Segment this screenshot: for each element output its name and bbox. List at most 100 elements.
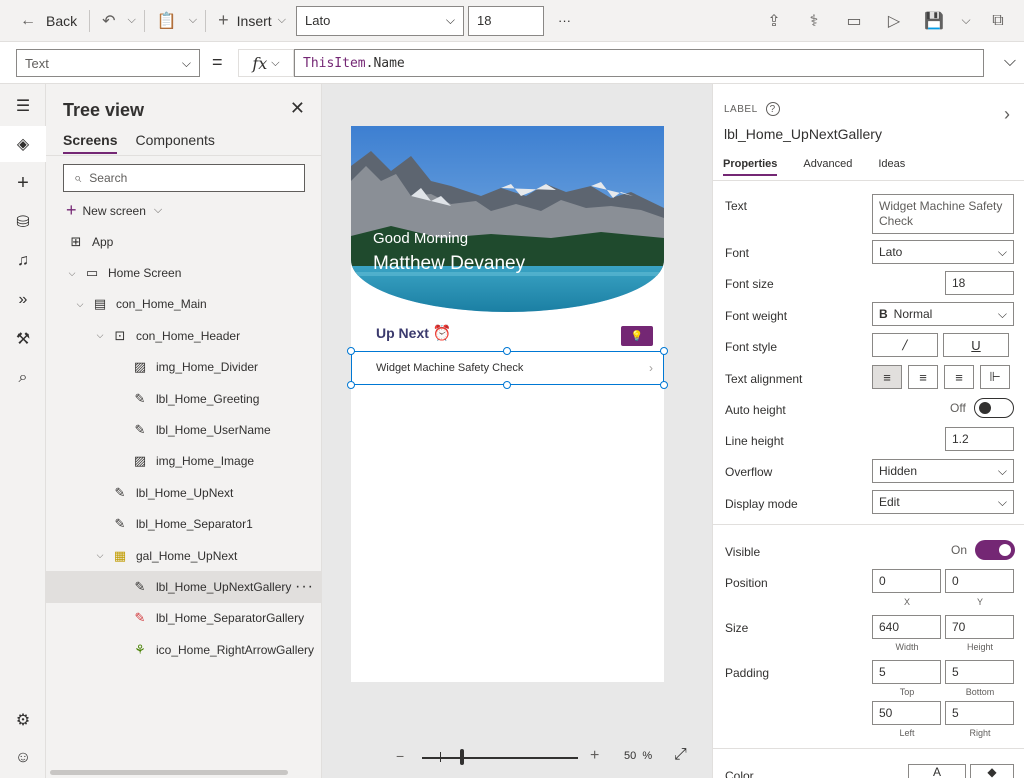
save-dropdown[interactable]: ⌵ bbox=[954, 0, 978, 42]
zoom-out-button[interactable]: − bbox=[396, 748, 404, 764]
padding-right-input[interactable]: 5 bbox=[945, 701, 1014, 725]
more-options-icon[interactable]: ··· bbox=[295, 578, 314, 596]
font-select[interactable]: Lato ⌵ bbox=[296, 5, 465, 36]
comments-button[interactable]: ▭ bbox=[834, 0, 874, 42]
tree-item[interactable]: ✎ lbl_Home_SeparatorGallery bbox=[46, 603, 322, 634]
resize-handle-top-left[interactable] bbox=[347, 347, 355, 355]
font-size-input[interactable]: 18 bbox=[468, 5, 545, 36]
padding-left-input[interactable]: 50 bbox=[872, 701, 941, 725]
collapse-panel-button[interactable]: › bbox=[1004, 104, 1010, 125]
publish-button[interactable]: ⧉ bbox=[978, 0, 1018, 42]
display-mode-property-dropdown[interactable]: Edit ⌵ bbox=[872, 490, 1014, 514]
power-automate-button[interactable]: » bbox=[0, 282, 46, 318]
back-button[interactable]: ← Back bbox=[0, 0, 85, 42]
share-button[interactable]: ⇪ bbox=[754, 0, 794, 42]
tree-item[interactable]: ⊞ App bbox=[46, 226, 322, 257]
data-button[interactable]: ⛁ bbox=[0, 204, 46, 240]
resize-handle-bottom-right[interactable] bbox=[660, 381, 668, 389]
tree-item[interactable]: ✎ lbl_Home_UpNext bbox=[46, 477, 322, 508]
font-size-property-input[interactable]: 18 bbox=[945, 271, 1014, 295]
help-icon[interactable]: ? bbox=[765, 102, 780, 116]
tab-screens[interactable]: Screens bbox=[63, 132, 118, 154]
fill-color-button[interactable]: ◆ bbox=[970, 764, 1014, 778]
chevron-down-icon[interactable]: ⌵ bbox=[94, 550, 106, 561]
tree-item[interactable]: ✎ lbl_Home_Separator1 bbox=[46, 509, 322, 540]
font-property-dropdown[interactable]: Lato ⌵ bbox=[872, 240, 1014, 264]
tree-search-input[interactable]: ⌕ Search bbox=[63, 164, 305, 192]
tree-item[interactable]: ✎ lbl_Home_UserName bbox=[46, 414, 322, 445]
tree-view-button[interactable]: ◈ bbox=[0, 126, 46, 162]
paste-dropdown[interactable]: ⌵ bbox=[185, 0, 201, 42]
resize-handle-bottom-left[interactable] bbox=[347, 381, 355, 389]
zoom-slider-thumb[interactable] bbox=[460, 749, 464, 765]
position-y-input[interactable]: 0 bbox=[945, 569, 1014, 593]
preview-button[interactable]: ▷ bbox=[874, 0, 914, 42]
position-x-input[interactable]: 0 bbox=[872, 569, 941, 593]
lightbulb-badge[interactable]: 💡 bbox=[621, 326, 653, 346]
tree-item[interactable]: ▨ img_Home_Divider bbox=[46, 352, 322, 383]
username-label[interactable]: Matthew Devaney bbox=[373, 253, 525, 275]
tab-components[interactable]: Components bbox=[135, 132, 214, 154]
tab-advanced[interactable]: Advanced bbox=[803, 158, 852, 176]
text-color-button[interactable]: A bbox=[908, 764, 966, 778]
greeting-label[interactable]: Good Morning bbox=[373, 230, 468, 247]
home-screen-preview[interactable]: Good Morning Matthew Devaney Up Next ⏰ 💡… bbox=[347, 126, 668, 682]
auto-height-toggle[interactable] bbox=[973, 398, 1014, 418]
resize-handle-top-center[interactable] bbox=[503, 347, 511, 355]
app-checker-button[interactable]: ⚕ bbox=[794, 0, 834, 42]
tree-item[interactable]: ⚘ ico_Home_RightArrowGallery bbox=[46, 634, 322, 665]
visible-toggle[interactable] bbox=[975, 540, 1016, 560]
save-button[interactable]: 💾 bbox=[914, 0, 954, 42]
advanced-tools-button[interactable]: ⚒ bbox=[0, 321, 46, 357]
undo-button[interactable]: ↶ bbox=[94, 0, 123, 42]
resize-handle-top-right[interactable] bbox=[660, 347, 668, 355]
italic-button[interactable]: / bbox=[872, 333, 938, 357]
settings-button[interactable]: ⚙ bbox=[0, 702, 46, 738]
resize-handle-bottom-center[interactable] bbox=[503, 381, 511, 389]
fit-to-window-icon[interactable]: ⤢ bbox=[674, 746, 687, 764]
insert-button[interactable]: + Insert ⌵ bbox=[210, 0, 294, 42]
font-weight-property-dropdown[interactable]: B Normal ⌵ bbox=[872, 302, 1014, 326]
line-height-property-input[interactable]: 1.2 bbox=[945, 427, 1014, 451]
overflow-property-dropdown[interactable]: Hidden ⌵ bbox=[872, 459, 1014, 483]
property-dropdown[interactable]: Text ⌵ bbox=[16, 49, 200, 77]
paste-button[interactable]: 📋 bbox=[149, 0, 185, 42]
height-input[interactable]: 70 bbox=[945, 615, 1014, 639]
control-name[interactable]: lbl_Home_UpNextGallery bbox=[724, 126, 882, 142]
up-next-label[interactable]: Up Next ⏰ bbox=[376, 324, 452, 342]
zoom-slider-track[interactable] bbox=[422, 757, 578, 759]
tab-ideas[interactable]: Ideas bbox=[878, 158, 905, 176]
search-rail-button[interactable]: ⌕ bbox=[0, 360, 46, 396]
hamburger-menu-button[interactable]: ☰ bbox=[0, 88, 46, 124]
align-justify-button[interactable]: ⊩ bbox=[980, 365, 1010, 389]
formula-input[interactable]: ThisItem .Name bbox=[294, 49, 984, 77]
padding-top-input[interactable]: 5 bbox=[872, 660, 941, 684]
tree-item[interactable]: ⌵ ▭ Home Screen bbox=[46, 257, 322, 288]
virtual-agent-button[interactable]: ☺ bbox=[0, 740, 46, 776]
tree-item[interactable]: ✎ lbl_Home_Greeting bbox=[46, 383, 322, 414]
tab-properties[interactable]: Properties bbox=[723, 158, 778, 176]
tree-item[interactable]: ✎ lbl_Home_UpNextGallery ··· bbox=[46, 571, 322, 603]
tree-scrollbar[interactable] bbox=[50, 770, 288, 775]
media-button[interactable]: ♫ bbox=[0, 243, 46, 279]
close-tree-view-button[interactable]: ✕ bbox=[290, 98, 305, 119]
padding-bottom-input[interactable]: 5 bbox=[945, 660, 1014, 684]
align-left-button[interactable]: ≡ bbox=[872, 365, 902, 389]
zoom-in-button[interactable]: + bbox=[590, 747, 599, 765]
align-center-button[interactable]: ≡ bbox=[908, 365, 938, 389]
chevron-down-icon[interactable]: ⌵ bbox=[66, 268, 78, 279]
undo-dropdown[interactable]: ⌵ bbox=[124, 0, 140, 42]
gallery-item-label[interactable]: Widget Machine Safety Check › bbox=[351, 351, 664, 385]
tree-item[interactable]: ⌵ ▤ con_Home_Main bbox=[46, 289, 322, 320]
insert-rail-button[interactable]: + bbox=[0, 165, 46, 201]
text-property-input[interactable]: Widget Machine Safety Check bbox=[872, 194, 1014, 234]
align-right-button[interactable]: ≡ bbox=[944, 365, 974, 389]
tree-item[interactable]: ⌵ ⊡ con_Home_Header bbox=[46, 320, 322, 351]
chevron-down-icon[interactable]: ⌵ bbox=[74, 299, 86, 310]
tree-item[interactable]: ▨ img_Home_Image bbox=[46, 446, 322, 477]
width-input[interactable]: 640 bbox=[872, 615, 941, 639]
expand-formula-button[interactable]: ⌵ bbox=[1004, 53, 1016, 71]
function-button[interactable]: fx ⌵ bbox=[238, 49, 294, 77]
more-commands-button[interactable]: ··· bbox=[550, 0, 579, 42]
underline-button[interactable]: U bbox=[943, 333, 1009, 357]
